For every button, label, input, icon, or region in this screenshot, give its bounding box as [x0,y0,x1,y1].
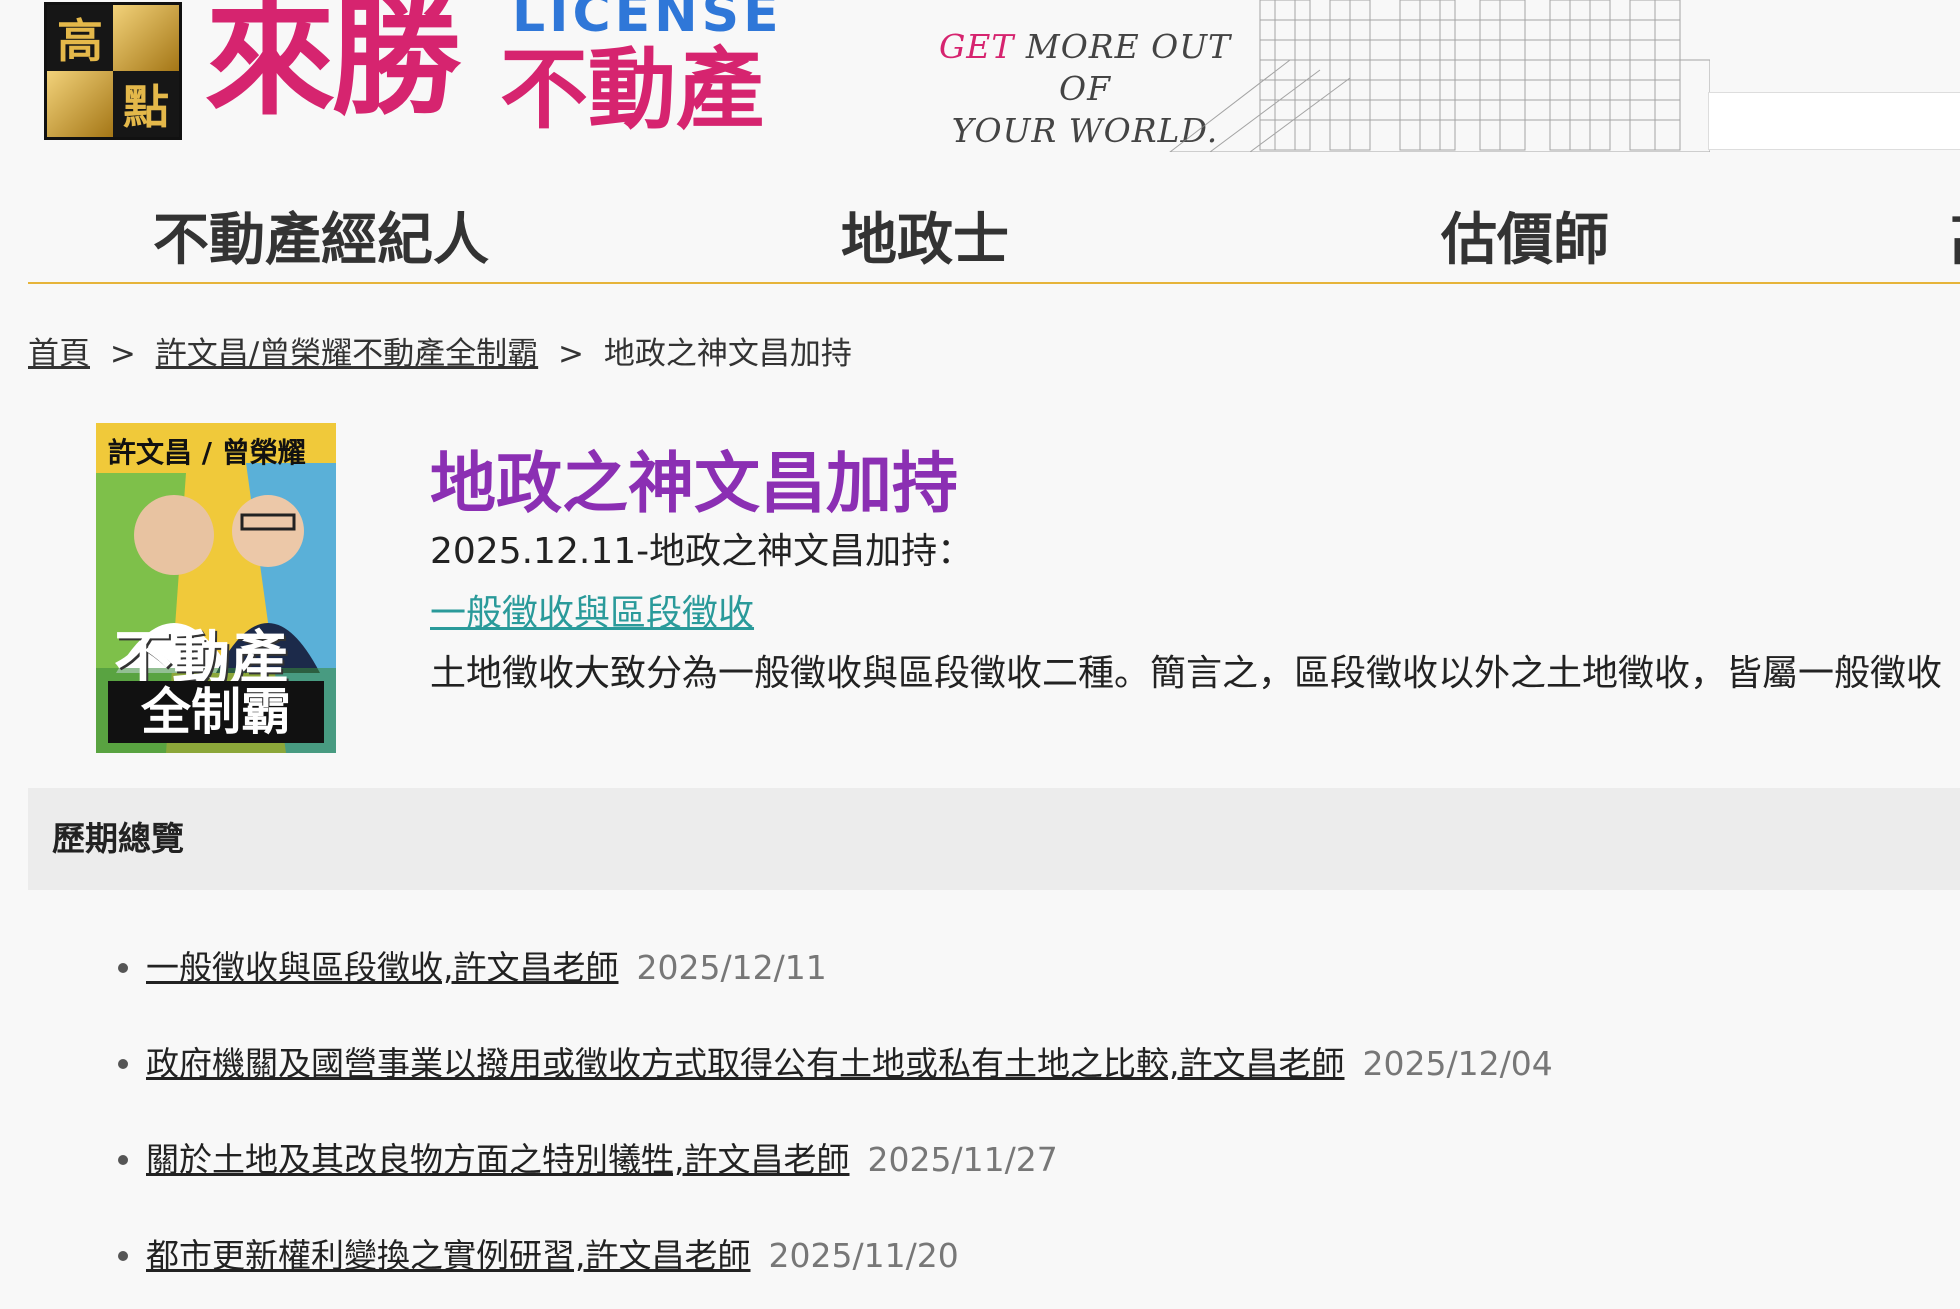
logo-tile-bottom-left [47,71,113,137]
logo-tile-top-right [113,5,179,71]
bullet-icon [118,963,128,973]
article-date-line: 2025.12.11-地政之神文昌加持： [430,531,974,572]
archive-item-link[interactable]: 都市更新權利變換之實例研習,許文昌老師 2025/11/20 [146,1213,959,1299]
main-nav: 不動產經紀人 地政士 估價師 高 [28,200,1960,284]
bullet-icon [118,1155,128,1165]
bullet-icon [118,1251,128,1261]
archive-item-link[interactable]: 一般徵收與區段徵收,許文昌老師 2025/12/11 [146,925,827,1011]
list-item: 關於土地及其改良物方面之特別犧牲,許文昌老師 2025/11/27 [0,1117,1960,1213]
breadcrumb-current: 地政之神文昌加持 [603,336,852,372]
archive-item-title[interactable]: 一般徵收與區段徵收,許文昌老師 [146,948,619,987]
archive-heading: 歷期總覽 [52,819,184,858]
brand-license: LICENSE [512,0,783,44]
thumbnail-line2: 全制霸 [108,681,324,743]
archive-item-date: 2025/11/27 [867,1140,1058,1179]
nav-item-appraiser[interactable]: 估價師 [1441,200,1609,282]
list-item: 政府機關及國營事業以撥用或徵收方式取得公有土地或私有土地之比較,許文昌老師 202… [0,1021,1960,1117]
nav-item-more[interactable]: 高 [1950,200,1960,282]
breadcrumb-category-link[interactable]: 許文昌/曾榮耀不動產全制霸 [156,336,538,372]
thumbnail-names: 許文昌 / 曾榮耀 [108,436,306,469]
column-thumbnail-image[interactable]: 許文昌 / 曾榮耀 不動產 全制霸 [96,423,336,753]
archive-item-link[interactable]: 政府機關及國營事業以撥用或徵收方式取得公有土地或私有土地之比較,許文昌老師 202… [146,1021,1553,1107]
search-input[interactable] [1708,92,1960,150]
archive-item-date: 2025/11/20 [768,1236,959,1275]
archive-item-date: 2025/12/04 [1362,1044,1553,1083]
list-item: 一般徵收與區段徵收,許文昌老師 2025/12/11 [0,925,1960,1021]
bullet-icon [118,1059,128,1069]
breadcrumb: 首頁 > 許文昌/曾榮耀不動產全制霸 > 地政之神文昌加持 [28,328,852,373]
breadcrumb-home-link[interactable]: 首頁 [28,336,90,372]
logo-char-bottom-right: 點 [113,71,179,137]
archive-item-title[interactable]: 都市更新權利變換之實例研習,許文昌老師 [146,1236,751,1275]
nav-item-land-agent[interactable]: 地政士 [841,200,1009,282]
breadcrumb-separator: > [109,336,136,372]
nav-item-broker[interactable]: 不動產經紀人 [153,200,489,282]
article-excerpt: 土地徵收大致分為一般徵收與區段徵收二種。簡言之，區段徵收以外之土地徵收，皆屬一般… [430,653,1943,694]
breadcrumb-separator: > [558,336,584,372]
site-header: 高 點 來勝 LICENSE 不動產 GET MORE OUT OF YOUR … [0,0,1960,160]
slogan-get: GET [938,27,1015,66]
brand-name[interactable]: 來勝 [205,0,461,122]
archive-item-title[interactable]: 關於土地及其改良物方面之特別犧牲,許文昌老師 [146,1140,850,1179]
archive-heading-bar: 歷期總覽 [28,788,1960,890]
brand-sub: 不動產 [500,38,765,141]
article-title: 地政之神文昌加持 [430,445,958,522]
archive-item-link[interactable]: 關於土地及其改良物方面之特別犧牲,許文昌老師 2025/11/27 [146,1117,1058,1203]
archive-list: 一般徵收與區段徵收,許文昌老師 2025/12/11 政府機關及國營事業以撥用或徵… [0,925,1960,1309]
archive-item-date: 2025/12/11 [636,948,827,987]
list-item: 都市更新權利變換之實例研習,許文昌老師 2025/11/20 [0,1213,1960,1309]
logo-char-top-left: 高 [47,5,113,71]
archive-item-title[interactable]: 政府機關及國營事業以撥用或徵收方式取得公有土地或私有土地之比較,許文昌老師 [146,1044,1345,1083]
building-sketch-image [1169,0,1710,152]
logo-emblem[interactable]: 高 點 [44,2,182,140]
article-topic-link[interactable]: 一般徵收與區段徵收 [430,584,754,636]
